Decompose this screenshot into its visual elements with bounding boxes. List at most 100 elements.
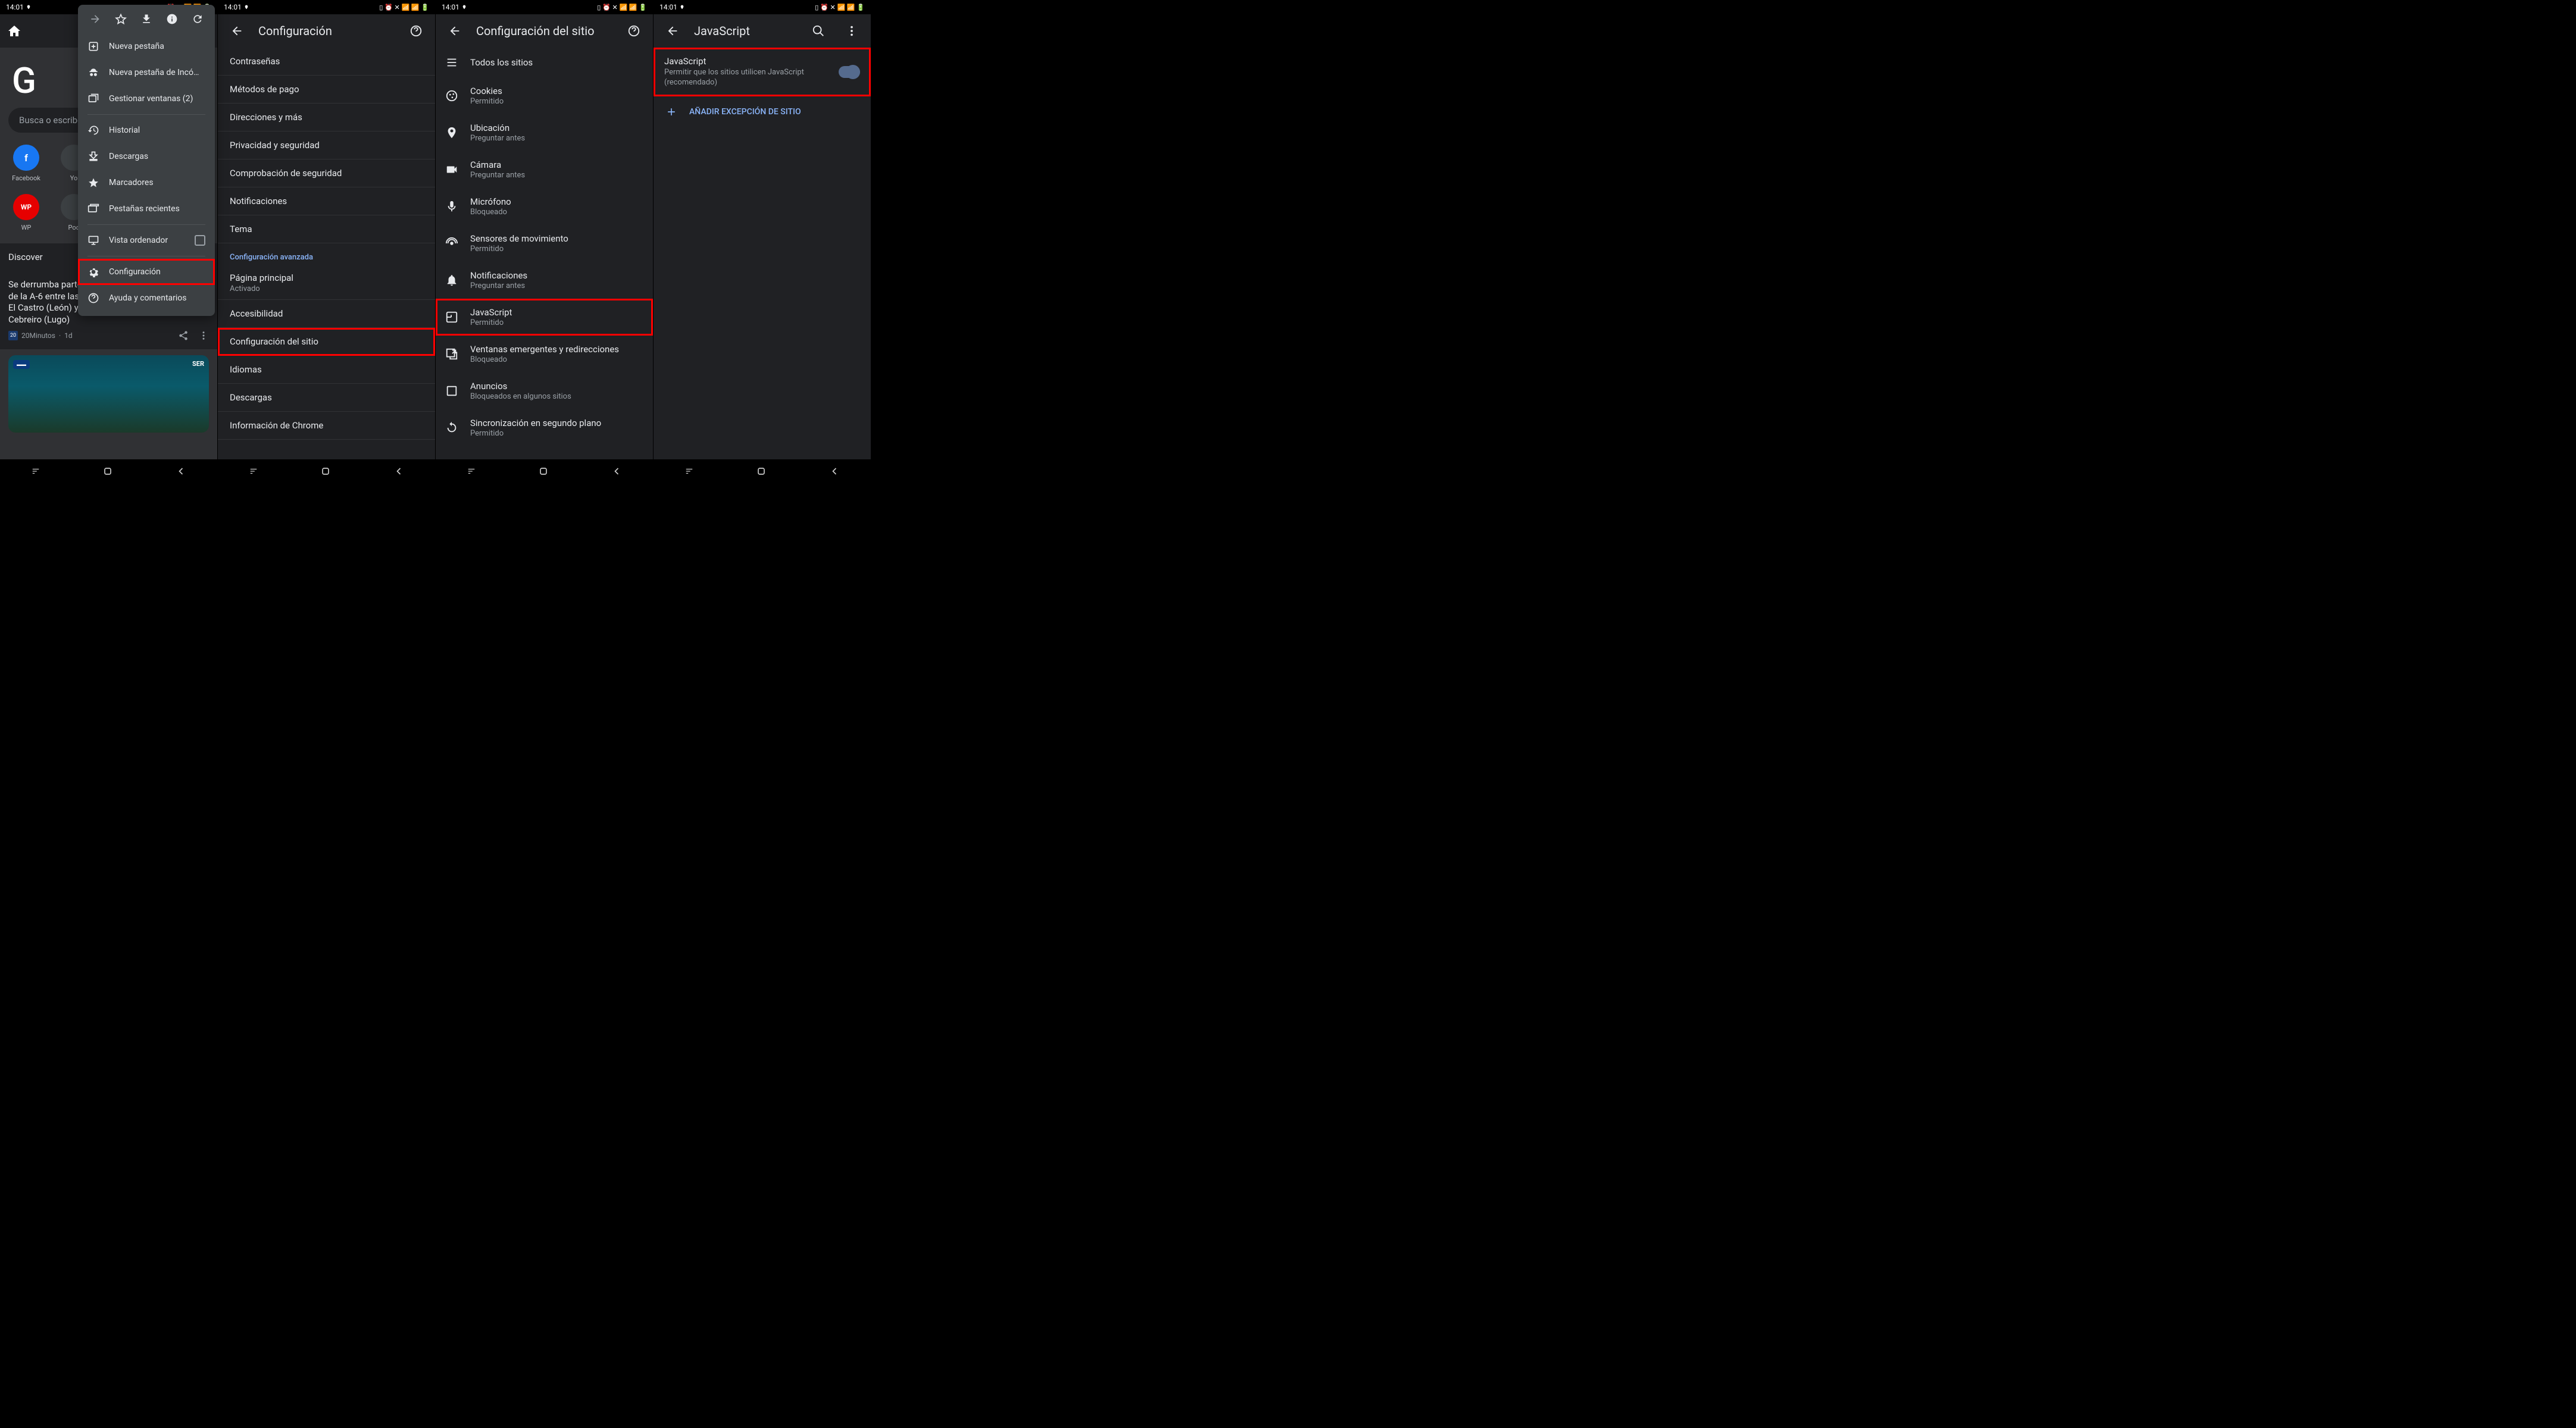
app-bar: Configuración del sitio	[436, 14, 653, 48]
nav-bar	[654, 459, 871, 483]
app-bar: JavaScript	[654, 14, 871, 48]
settings-payment[interactable]: Métodos de pago	[218, 76, 435, 104]
nav-home-icon[interactable]	[102, 465, 114, 477]
shortcut-facebook[interactable]: f Facebook	[8, 145, 44, 182]
status-bar: 14:01 ▯ ⏰ ✕ 📶 📶 🔋	[436, 0, 653, 14]
nav-back-icon[interactable]	[393, 465, 405, 477]
add-site-exception-button[interactable]: AÑADIR EXCEPCIÓN DE SITIO	[654, 96, 871, 127]
settings-privacy[interactable]: Privacidad y seguridad	[218, 131, 435, 159]
bookmark-icon[interactable]	[115, 13, 127, 27]
site-popups[interactable]: Ventanas emergentes y redireccionesBloqu…	[436, 336, 653, 372]
source-badge: 20	[8, 331, 18, 340]
site-microphone[interactable]: MicrófonoBloqueado	[436, 188, 653, 225]
help-icon[interactable]	[622, 19, 646, 43]
nav-recent-icon[interactable]	[248, 467, 259, 475]
nav-recent-icon[interactable]	[684, 467, 695, 475]
overflow-menu-icon[interactable]	[840, 19, 864, 43]
settings-languages[interactable]: Idiomas	[218, 356, 435, 384]
back-button[interactable]	[661, 19, 684, 43]
site-location[interactable]: UbicaciónPreguntar antes	[436, 114, 653, 151]
refresh-icon[interactable]	[192, 13, 204, 27]
settings-homepage[interactable]: Página principal Activado	[218, 267, 435, 300]
help-icon[interactable]	[404, 19, 428, 43]
desktop-view-checkbox[interactable]	[195, 235, 205, 246]
settings-site-settings[interactable]: Configuración del sitio	[218, 328, 435, 356]
nav-home-icon[interactable]	[537, 465, 549, 477]
home-icon[interactable]	[7, 24, 21, 38]
settings-passwords[interactable]: Contraseñas	[218, 48, 435, 76]
menu-windows[interactable]: Gestionar ventanas (2)	[78, 86, 215, 112]
javascript-switch[interactable]	[839, 66, 860, 78]
forward-icon[interactable]	[89, 13, 101, 27]
page-title: Configuración del sitio	[476, 24, 612, 38]
screen-chrome-home: 14:01 ▯ ⏰ ✕ 📶 📶 🔋 G Busca o escribe una …	[0, 0, 218, 483]
settings-addresses[interactable]: Direcciones y más	[218, 104, 435, 131]
nav-home-icon[interactable]	[320, 465, 332, 477]
discover-article-2-image[interactable]: ▬▬ SER	[8, 355, 209, 433]
settings-notifications[interactable]: Notificaciones	[218, 187, 435, 215]
advanced-header: Configuración avanzada	[218, 243, 435, 267]
site-notifications[interactable]: NotificacionesPreguntar antes	[436, 262, 653, 299]
toggle-title: JavaScript	[664, 56, 831, 67]
settings-list: Contraseñas Métodos de pago Direcciones …	[218, 48, 435, 459]
site-ads[interactable]: AnunciosBloqueados en algunos sitios	[436, 372, 653, 409]
menu-recent-tabs[interactable]: Pestañas recientes	[78, 196, 215, 222]
location-icon	[462, 5, 467, 10]
javascript-toggle-row[interactable]: JavaScript Permitir que los sitios utili…	[654, 48, 871, 96]
share-icon[interactable]	[178, 330, 189, 341]
download-icon[interactable]	[140, 13, 152, 27]
menu-desktop-view[interactable]: Vista ordenador	[78, 227, 215, 253]
menu-incognito[interactable]: Nueva pestaña de Incó…	[78, 60, 215, 86]
status-bar: 14:01 ▯ ⏰ ✕ 📶 📶 🔋	[218, 0, 435, 14]
back-button[interactable]	[443, 19, 467, 43]
article-meta: 20 20Minutos · 1d	[8, 330, 209, 341]
article2-ser-logo: SER	[192, 360, 204, 368]
nav-bar	[436, 459, 653, 483]
app-bar: Configuración	[218, 14, 435, 48]
chrome-menu-dropdown: Nueva pestaña Nueva pestaña de Incó… Ges…	[78, 5, 215, 316]
nav-home-icon[interactable]	[755, 465, 767, 477]
site-all-sites[interactable]: Todos los sitios	[436, 48, 653, 77]
site-javascript[interactable]: JavaScriptPermitido	[436, 299, 653, 336]
settings-safety-check[interactable]: Comprobación de seguridad	[218, 159, 435, 187]
screen-site-settings: 14:01 ▯ ⏰ ✕ 📶 📶 🔋 Configuración del siti…	[436, 0, 654, 483]
status-time: 14:01	[6, 3, 24, 11]
nav-recent-icon[interactable]	[30, 467, 41, 475]
settings-about-chrome[interactable]: Información de Chrome	[218, 412, 435, 440]
shortcut-wp[interactable]: WP WP	[8, 194, 44, 231]
site-camera[interactable]: CámaraPreguntar antes	[436, 151, 653, 188]
menu-toolbar	[78, 10, 215, 33]
menu-downloads[interactable]: Descargas	[78, 143, 215, 170]
back-button[interactable]	[225, 19, 249, 43]
site-settings-list: Todos los sitios CookiesPermitido Ubicac…	[436, 48, 653, 459]
site-background-sync[interactable]: Sincronización en segundo planoPermitido	[436, 409, 653, 446]
nav-back-icon[interactable]	[611, 465, 623, 477]
settings-theme[interactable]: Tema	[218, 215, 435, 243]
toggle-subtitle: Permitir que los sitios utilicen JavaScr…	[664, 68, 831, 88]
settings-downloads[interactable]: Descargas	[218, 384, 435, 412]
screen-settings: 14:01 ▯ ⏰ ✕ 📶 📶 🔋 Configuración Contrase…	[218, 0, 436, 483]
page-title: JavaScript	[694, 24, 797, 38]
nav-back-icon[interactable]	[829, 465, 840, 477]
location-icon	[26, 5, 31, 10]
menu-new-tab[interactable]: Nueva pestaña	[78, 33, 215, 60]
settings-accessibility[interactable]: Accesibilidad	[218, 300, 435, 328]
site-motion-sensors[interactable]: Sensores de movimientoPermitido	[436, 225, 653, 262]
status-bar: 14:01 ▯ ⏰ ✕ 📶 📶 🔋	[654, 0, 871, 14]
article-source: 20Minutos	[21, 331, 55, 340]
menu-bookmarks[interactable]: Marcadores	[78, 170, 215, 196]
screen-javascript-settings: 14:01 ▯ ⏰ ✕ 📶 📶 🔋 JavaScript JavaScript …	[654, 0, 871, 483]
menu-help[interactable]: Ayuda y comentarios	[78, 285, 215, 311]
more-icon[interactable]	[198, 330, 209, 341]
site-cookies[interactable]: CookiesPermitido	[436, 77, 653, 114]
info-icon[interactable]	[166, 13, 178, 27]
menu-settings[interactable]: Configuración	[78, 259, 215, 285]
menu-history[interactable]: Historial	[78, 117, 215, 143]
nav-back-icon[interactable]	[175, 465, 187, 477]
nav-bar	[0, 459, 217, 483]
location-icon	[244, 5, 249, 10]
nav-recent-icon[interactable]	[466, 467, 477, 475]
article-age: 1d	[64, 331, 73, 340]
search-icon[interactable]	[806, 19, 830, 43]
nav-bar	[218, 459, 435, 483]
